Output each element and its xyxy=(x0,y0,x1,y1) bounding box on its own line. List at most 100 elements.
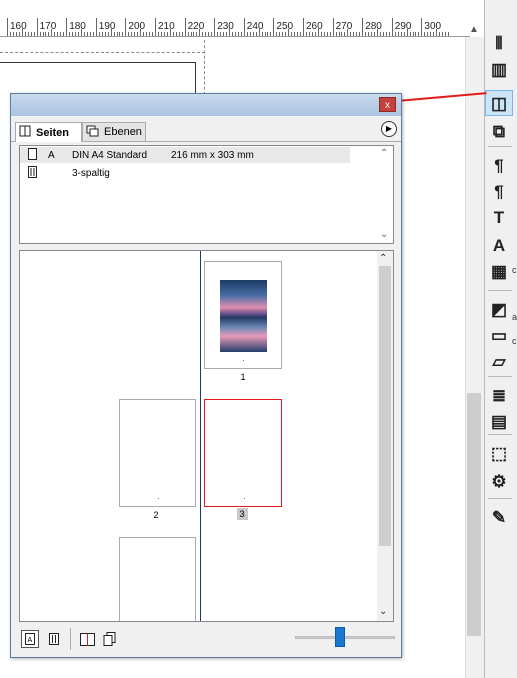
ruler-minor-tick xyxy=(42,32,44,36)
page-icon xyxy=(28,147,37,163)
shape-icon[interactable]: ▱ xyxy=(486,350,512,374)
play-circle-icon[interactable]: ▶ xyxy=(381,121,397,137)
ruler-minor-tick xyxy=(113,32,115,36)
single-page-icon[interactable] xyxy=(101,630,119,648)
ruler-minor-tick xyxy=(101,32,103,36)
settings-icon[interactable]: ⚙ xyxy=(486,470,512,494)
frame-icon[interactable]: ▭ xyxy=(486,324,512,348)
chevron-up-icon[interactable]: ⌃ xyxy=(380,148,388,159)
edit-icon[interactable]: ✎ xyxy=(486,506,512,530)
close-button[interactable]: x xyxy=(379,97,396,112)
paragraph-icon[interactable]: ¶ xyxy=(486,180,512,204)
ruler-minor-tick xyxy=(350,32,352,36)
chevron-up-icon[interactable]: ⌃ xyxy=(379,253,387,264)
ruler-minor-tick xyxy=(169,29,171,36)
ruler-major-tick xyxy=(243,18,245,36)
ruler-minor-tick xyxy=(116,32,118,36)
ruler-minor-tick xyxy=(297,32,299,36)
spread-spine xyxy=(200,251,201,621)
layout-icon[interactable]: ▥ xyxy=(486,58,512,82)
align-icon[interactable]: ▤ xyxy=(486,410,512,434)
ruler-minor-tick xyxy=(371,32,373,36)
master-row[interactable]: 3-spaltig xyxy=(20,165,350,181)
ruler-minor-tick xyxy=(252,32,254,36)
master-row[interactable]: A DIN A4 Standard 216 mm x 303 mm xyxy=(20,147,350,163)
ruler-minor-tick xyxy=(89,32,91,36)
ruler-minor-tick xyxy=(199,29,201,36)
ruler-minor-tick xyxy=(368,32,370,36)
ruler-minor-tick xyxy=(300,32,302,36)
ruler-minor-tick xyxy=(397,32,399,36)
page-thumbnail-selected[interactable] xyxy=(204,399,282,507)
master-page-A-icon[interactable]: A xyxy=(21,630,39,648)
page-marker xyxy=(243,360,244,361)
ruler-minor-tick xyxy=(211,32,213,36)
ruler-minor-tick xyxy=(60,32,62,36)
toolbar-separator xyxy=(488,146,512,147)
ruler-minor-tick xyxy=(48,32,50,36)
page-thumbnail[interactable] xyxy=(119,537,196,621)
ruler-minor-tick xyxy=(18,32,20,36)
ruler-minor-tick xyxy=(45,32,47,36)
ruler-minor-tick xyxy=(359,32,361,36)
master-page-columns-icon[interactable] xyxy=(45,630,63,648)
ruler-minor-tick xyxy=(122,32,124,36)
margin-guide xyxy=(204,40,205,95)
ruler-minor-tick xyxy=(418,32,420,36)
ruler-minor-tick xyxy=(430,32,432,36)
divider xyxy=(70,628,71,650)
text-icon[interactable]: T xyxy=(486,206,512,230)
text-wrap-icon[interactable]: ≣ xyxy=(486,384,512,408)
ruler-minor-tick xyxy=(160,32,162,36)
facing-pages-icon[interactable] xyxy=(78,630,96,648)
master-name: 3-spaltig xyxy=(72,167,110,179)
ruler-minor-tick xyxy=(131,32,133,36)
pages-panel-icon[interactable]: ◫ xyxy=(486,92,512,116)
ruler-minor-tick xyxy=(377,29,378,36)
page-thumbnail[interactable] xyxy=(119,399,196,507)
ruler-minor-tick xyxy=(205,32,207,36)
chevron-down-icon[interactable]: ⌄ xyxy=(380,229,388,240)
colors-icon[interactable]: ◩ xyxy=(486,298,512,322)
paragraph-styles-icon[interactable]: ¶ xyxy=(486,154,512,178)
ruler-minor-tick xyxy=(394,32,396,36)
edge-glyph: c xyxy=(512,336,517,346)
ruler-minor-tick xyxy=(237,32,239,36)
layers-panel-icon[interactable]: ⧉ xyxy=(486,120,512,144)
page-marker xyxy=(158,498,159,499)
ruler-label: 160 xyxy=(10,21,27,32)
ruler-minor-tick xyxy=(264,32,266,36)
transform-icon[interactable]: ⬚ xyxy=(486,442,512,466)
ruler-minor-tick xyxy=(279,32,281,36)
ruler-major-tick xyxy=(332,18,334,36)
ruler-minor-tick xyxy=(320,32,322,36)
ruler-minor-tick xyxy=(193,32,195,36)
ruler-label: 250 xyxy=(276,21,294,32)
pages-scrollbar-thumb[interactable] xyxy=(379,266,391,546)
edge-glyph: c xyxy=(512,265,517,275)
table-icon[interactable]: ▦ xyxy=(486,260,512,284)
ruler-minor-tick xyxy=(166,32,168,36)
character-icon[interactable]: A xyxy=(486,234,512,258)
column-guides-icon[interactable]: ⫴ xyxy=(486,32,512,56)
ruler-label: 300 xyxy=(424,21,442,32)
ruler-label: 180 xyxy=(69,21,86,32)
ruler-minor-tick xyxy=(175,32,177,36)
ruler-minor-tick xyxy=(226,32,228,36)
tab-label: Ebenen xyxy=(104,126,142,138)
ruler-minor-tick xyxy=(317,29,319,36)
tab-layers[interactable]: Ebenen xyxy=(82,122,146,141)
ruler-major-tick xyxy=(273,18,275,36)
scroll-up-icon[interactable]: ▲ xyxy=(466,22,482,38)
ruler-minor-tick xyxy=(110,29,112,36)
canvas-scrollbar-thumb[interactable] xyxy=(467,393,481,636)
ruler-minor-tick xyxy=(217,32,219,36)
zoom-slider[interactable] xyxy=(295,636,395,639)
palette-titlebar[interactable] xyxy=(11,94,401,116)
page-image xyxy=(220,280,267,352)
ruler-major-tick xyxy=(95,18,97,36)
ruler-minor-tick xyxy=(69,32,71,36)
chevron-down-icon[interactable]: ⌄ xyxy=(379,606,387,617)
tab-pages[interactable]: Seiten xyxy=(15,122,82,142)
zoom-slider-thumb[interactable] xyxy=(335,627,345,647)
